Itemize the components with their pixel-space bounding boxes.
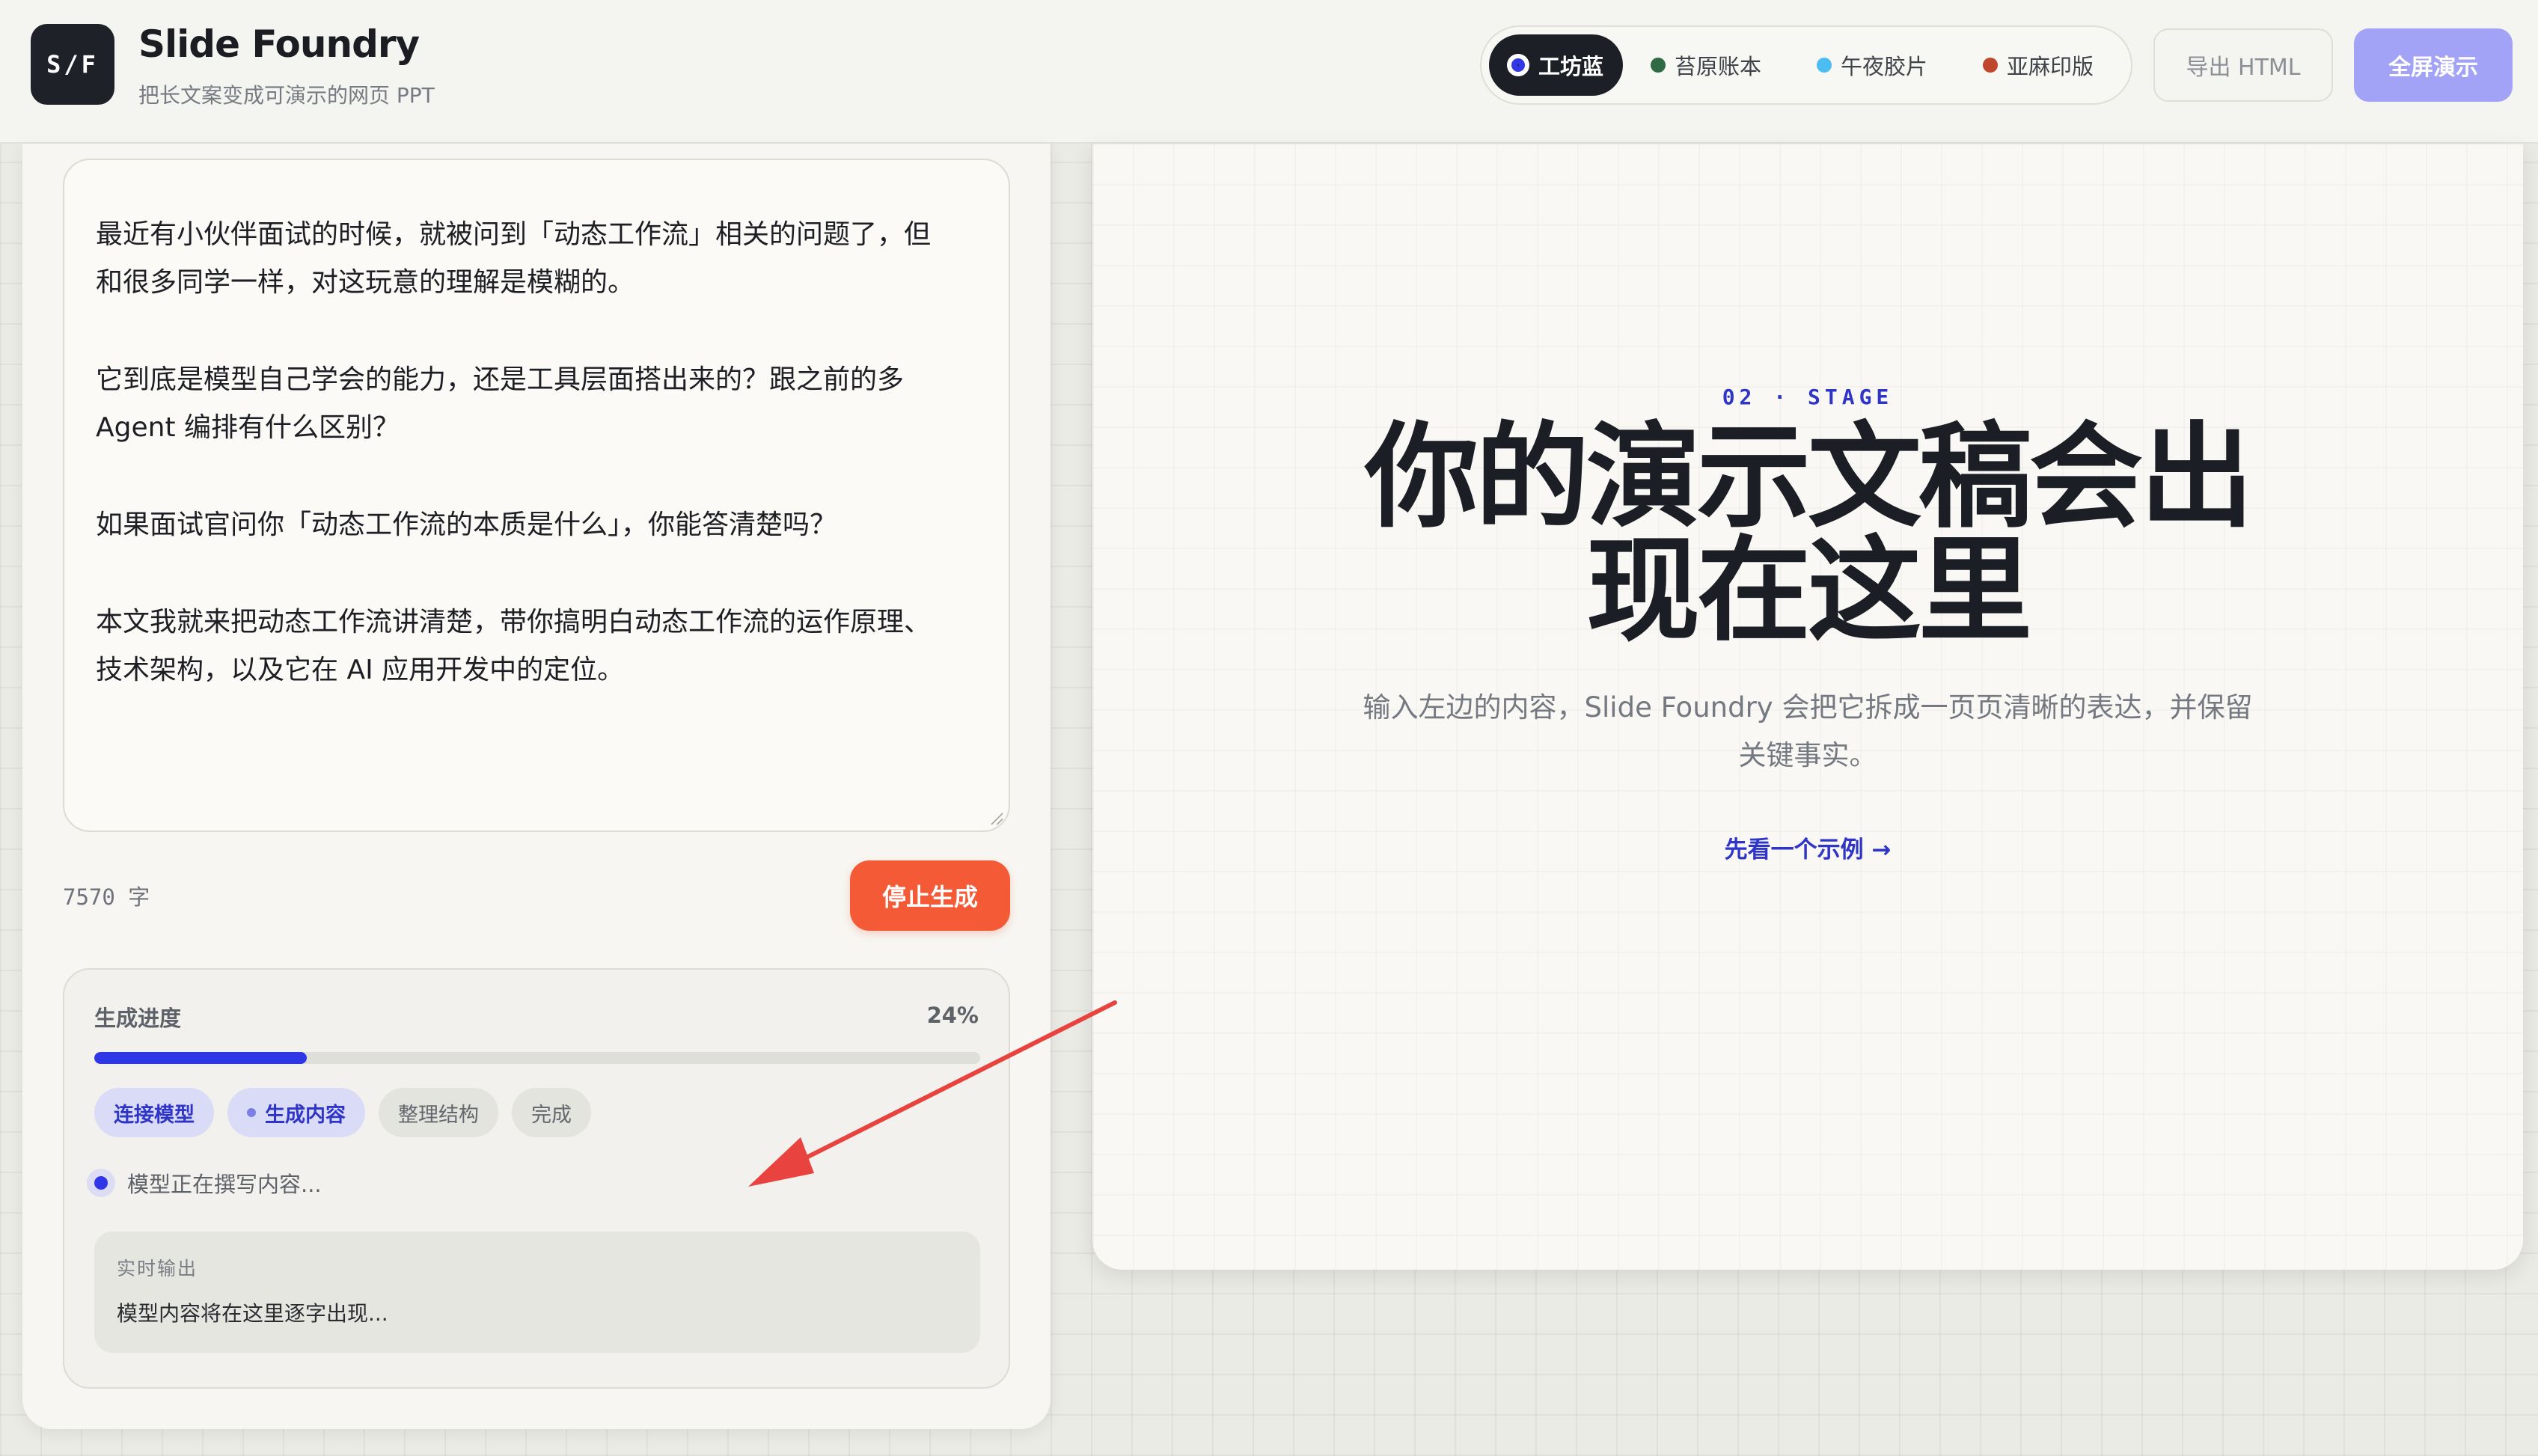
- live-output-box: 实时输出 模型内容将在这里逐字出现...: [94, 1232, 980, 1353]
- theme-dot-icon: [1817, 58, 1832, 73]
- stop-generation-button[interactable]: 停止生成: [850, 860, 1010, 931]
- progress-card: 生成进度 24% 连接模型 生成内容 整理结构 完成 模型正在撰写内容... 实…: [63, 968, 1010, 1389]
- app-title: Slide Foundry: [138, 22, 420, 66]
- theme-option-label: 午夜胶片: [1841, 54, 1928, 79]
- progress-label: 生成进度: [94, 1006, 182, 1031]
- theme-option-midnight-film[interactable]: 午夜胶片: [1817, 34, 1927, 96]
- resize-handle-icon[interactable]: [989, 811, 1003, 825]
- live-output-title: 实时输出: [117, 1258, 198, 1279]
- status-text: 模型正在撰写内容...: [127, 1172, 322, 1197]
- live-output-text: 模型内容将在这里逐字出现...: [117, 1301, 388, 1326]
- stage-description: 输入左边的内容，Slide Foundry 会把它拆成一页页清晰的表达，并保留关…: [1363, 691, 2253, 771]
- progress-bar-fill: [94, 1052, 308, 1064]
- stage-title: 你的演示文稿会出现在这里: [1365, 411, 2254, 657]
- editor-paragraph: 它到底是模型自己学会的能力，还是工具层面搭出来的？跟之前的多 Agent 编排有什…: [96, 364, 905, 443]
- stage-eyebrow: 02 · STAGE: [1722, 385, 1894, 409]
- editor-paragraph: 如果面试官问你「动态工作流的本质是什么」，你能答清楚吗？: [96, 510, 837, 540]
- slide-stage: 02 · STAGE 你的演示文稿会出现在这里 输入左边的内容，Slide Fo…: [1092, 144, 2523, 1270]
- step-organize-structure: 整理结构: [379, 1088, 498, 1137]
- theme-option-label: 工坊蓝: [1538, 54, 1604, 79]
- theme-option-label: 亚麻印版: [2007, 54, 2094, 79]
- source-text-editor[interactable]: 最近有小伙伴面试的时候，就被问到「动态工作流」相关的问题了，但 和很多同学一样，对…: [63, 159, 1010, 832]
- theme-option-label: 苔原账本: [1675, 54, 1762, 79]
- status-indicator-icon: [87, 1169, 115, 1197]
- app-subtitle: 把长文案变成可演示的网页 PPT: [138, 83, 435, 108]
- input-panel: 最近有小伙伴面试的时候，就被问到「动态工作流」相关的问题了，但 和很多同学一样，对…: [22, 144, 1051, 1429]
- step-generate-content: 生成内容: [227, 1088, 365, 1137]
- progress-bar: [94, 1052, 980, 1064]
- character-count: 7570 字: [63, 884, 150, 910]
- generation-status: 模型正在撰写内容...: [87, 1167, 322, 1199]
- active-step-dot-icon: [247, 1108, 256, 1117]
- theme-option-workshop-blue[interactable]: 工坊蓝: [1489, 34, 1624, 96]
- progress-percent: 24%: [926, 1003, 979, 1028]
- export-html-button[interactable]: 导出 HTML: [2153, 28, 2333, 102]
- step-complete: 完成: [512, 1088, 591, 1137]
- view-example-link[interactable]: 先看一个示例 →: [1092, 831, 2523, 864]
- theme-dot-icon: [1983, 58, 1998, 73]
- theme-dot-icon: [1507, 54, 1529, 76]
- app-logo: S/F: [31, 24, 114, 105]
- editor-paragraph: 最近有小伙伴面试的时候，就被问到「动态工作流」相关的问题了，但 和很多同学一样，对…: [96, 219, 932, 298]
- theme-dot-icon: [1651, 58, 1666, 73]
- theme-option-linen-print[interactable]: 亚麻印版: [1983, 34, 2094, 96]
- step-connect-model: 连接模型: [94, 1088, 214, 1137]
- theme-option-tundra-ledger[interactable]: 苔原账本: [1651, 34, 1761, 96]
- progress-steps: 连接模型 生成内容 整理结构 完成: [94, 1088, 591, 1137]
- theme-switcher: 工坊蓝 苔原账本 午夜胶片 亚麻印版: [1480, 25, 2132, 105]
- editor-paragraph: 本文我就来把动态工作流讲清楚，带你搞明白动态工作流的运作原理、 技术架构，以及它在…: [96, 607, 932, 685]
- fullscreen-present-button[interactable]: 全屏演示: [2354, 28, 2513, 102]
- top-bar: S/F Slide Foundry 把长文案变成可演示的网页 PPT 工坊蓝 苔…: [0, 0, 2538, 144]
